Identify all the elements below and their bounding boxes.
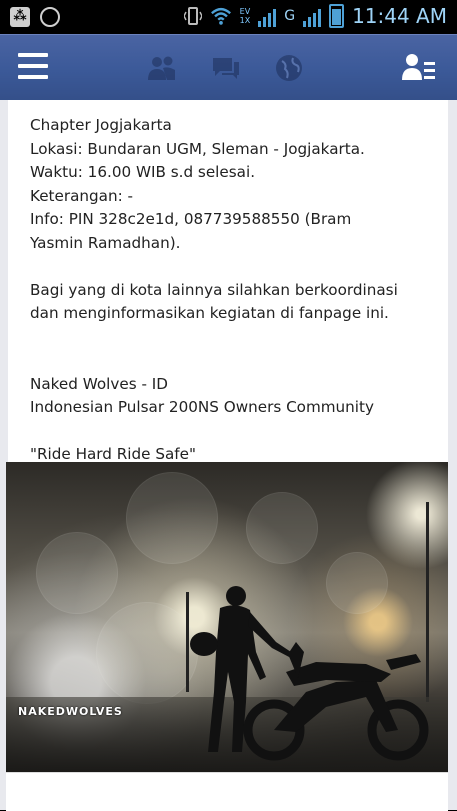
wifi-icon	[210, 7, 231, 25]
post-photo[interactable]: NAKEDWOLVES	[6, 462, 448, 772]
vibrate-icon	[183, 7, 202, 25]
net-label-ev: EV	[239, 7, 251, 16]
status-clock: 11:44 AM	[352, 4, 447, 28]
news-feed: Chapter Jogjakarta Lokasi: Bundaran UGM,…	[0, 100, 457, 811]
watermark-logo: NAKEDWOLVES	[18, 705, 123, 718]
post-text: Chapter Jogjakarta Lokasi: Bundaran UGM,…	[30, 114, 440, 467]
post-line: Indonesian Pulsar 200NS Owners Community	[30, 398, 374, 416]
menu-icon[interactable]	[18, 53, 48, 81]
alarm-icon	[40, 7, 60, 27]
bbm-icon: ⁂	[10, 7, 30, 27]
post-line: Bagi yang di kota lainnya silahkan berko…	[30, 280, 398, 299]
network-type-label: EV 1X	[240, 7, 251, 25]
post-line: Naked Wolves - ID	[30, 374, 168, 393]
rider-silhouette	[190, 586, 429, 761]
post-line: Info: PIN 328c2e1d, 087739588550 (Bram	[30, 210, 352, 228]
post-line: dan menginformasikan kegiatan di fanpage…	[30, 304, 389, 322]
notifications-globe-icon[interactable]	[273, 52, 305, 84]
signal-icon-1	[258, 5, 277, 27]
messages-icon[interactable]	[210, 52, 242, 84]
signal-icon-2	[303, 5, 322, 27]
post-actions-area	[6, 772, 448, 811]
post-line: Waktu: 16.00 WIB s.d selesai.	[30, 163, 256, 181]
battery-icon	[329, 4, 345, 28]
post-line: Chapter Jogjakarta	[30, 116, 172, 134]
post-line: Lokasi: Bundaran UGM, Sleman - Jogjakart…	[30, 139, 365, 158]
app-bar	[0, 34, 457, 101]
friend-requests-icon[interactable]	[146, 52, 178, 84]
people-list-icon[interactable]	[401, 50, 437, 86]
post-line: Yasmin Ramadhan).	[30, 233, 181, 252]
net-label-g: G	[284, 8, 296, 24]
post-line: Keterangan: -	[30, 186, 134, 205]
net-label-1x: 1X	[239, 16, 251, 25]
status-bar: ⁂ EV 1X G 11:44 AM	[0, 0, 457, 34]
